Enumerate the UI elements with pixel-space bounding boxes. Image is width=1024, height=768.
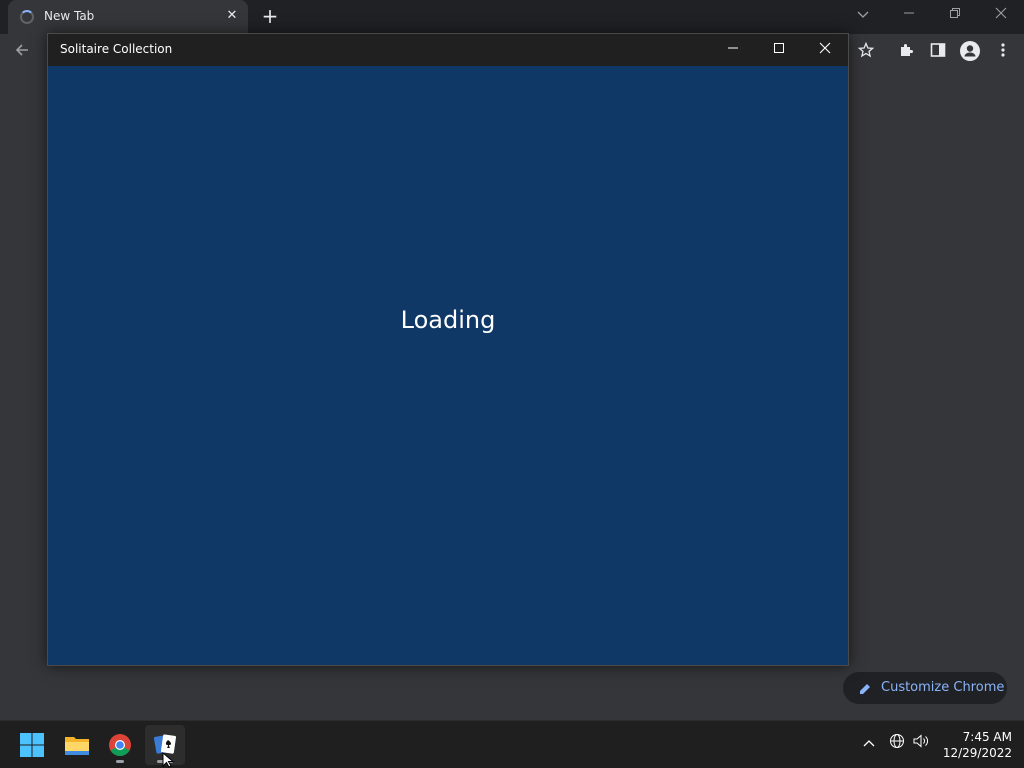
pencil-icon — [859, 672, 871, 717]
network-globe-icon[interactable] — [886, 733, 908, 755]
tab-close-icon[interactable]: ✕ — [223, 7, 241, 25]
customize-chrome-button[interactable]: Customize Chrome — [843, 672, 1007, 704]
profile-avatar-icon[interactable] — [957, 40, 983, 66]
clock-time: 7:45 AM — [962, 730, 1012, 744]
show-hidden-icons-chevron-icon[interactable] — [858, 733, 880, 755]
solitaire-close-button[interactable] — [802, 34, 848, 66]
running-indicator — [116, 760, 124, 763]
chrome-tab-strip: New Tab ✕ + — [0, 0, 1024, 34]
clock-date: 12/29/2022 — [942, 746, 1012, 760]
solitaire-game-area: Loading — [48, 66, 848, 665]
tab-title: New Tab — [44, 9, 95, 23]
side-panel-icon[interactable] — [925, 40, 951, 66]
chrome-taskbar-icon[interactable] — [100, 725, 140, 765]
loading-text: Loading — [400, 306, 496, 334]
back-arrow-icon[interactable] — [9, 40, 35, 66]
extensions-puzzle-icon[interactable] — [893, 40, 919, 66]
tab-new-tab[interactable]: New Tab ✕ — [8, 0, 248, 34]
taskbar-clock[interactable]: 7:45 AM 12/29/2022 — [936, 729, 1012, 761]
new-tab-button[interactable]: + — [258, 5, 282, 29]
volume-speaker-icon[interactable] — [910, 733, 932, 755]
start-button[interactable] — [12, 725, 52, 765]
solitaire-minimize-button[interactable] — [710, 34, 756, 66]
minimize-icon[interactable] — [893, 4, 925, 26]
solitaire-window: Solitaire Collection Loading — [47, 33, 849, 666]
bookmark-star-icon[interactable] — [853, 40, 879, 66]
chrome-menu-icon[interactable] — [990, 40, 1016, 66]
loading-spinner-icon — [20, 10, 34, 24]
solitaire-title-bar[interactable]: Solitaire Collection — [48, 34, 848, 66]
tab-search-icon[interactable] — [847, 4, 879, 26]
window-title: Solitaire Collection — [60, 42, 173, 56]
solitaire-maximize-button[interactable] — [756, 34, 802, 66]
windows-taskbar: 7:45 AM 12/29/2022 — [0, 720, 1024, 768]
close-window-icon[interactable] — [985, 4, 1017, 26]
customize-chrome-label: Customize Chrome — [881, 680, 1005, 695]
file-explorer-icon[interactable] — [57, 725, 97, 765]
restore-icon[interactable] — [939, 4, 971, 26]
